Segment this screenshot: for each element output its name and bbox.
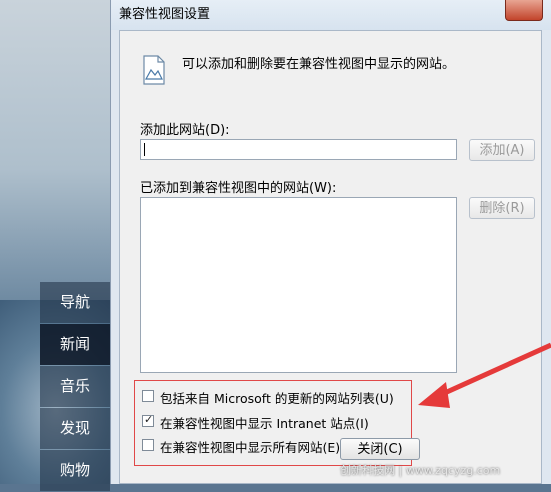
sidebar-item-navigation[interactable]: 导航 [40,282,110,323]
remove-button[interactable]: 删除(R) [469,197,535,219]
add-site-input[interactable] [140,139,457,160]
watermark: 创新科技网 | www.zqcyzg.com [340,464,501,477]
dialog-title: 兼容性视图设置 [111,0,551,30]
window-close-button[interactable] [505,0,543,21]
add-button[interactable]: 添加(A) [469,139,535,161]
added-sites-label: 已添加到兼容性视图中的网站(W): [140,181,337,196]
web-page-icon [143,55,165,85]
sidebar-item-music[interactable]: 音乐 [40,366,110,407]
info-text: 可以添加和删除要在兼容性视图中显示的网站。 [182,57,456,72]
sidebar-nav: 导航 新闻 音乐 发现 购物 [40,282,110,492]
close-button[interactable]: 关闭(C) [340,438,420,460]
sidebar-item-discover[interactable]: 发现 [40,408,110,449]
text-caret [144,143,145,156]
added-sites-list[interactable] [140,197,457,373]
sidebar-item-shopping[interactable]: 购物 [40,450,110,491]
sidebar-item-news[interactable]: 新闻 [40,324,110,365]
add-site-label: 添加此网站(D): [140,123,230,138]
